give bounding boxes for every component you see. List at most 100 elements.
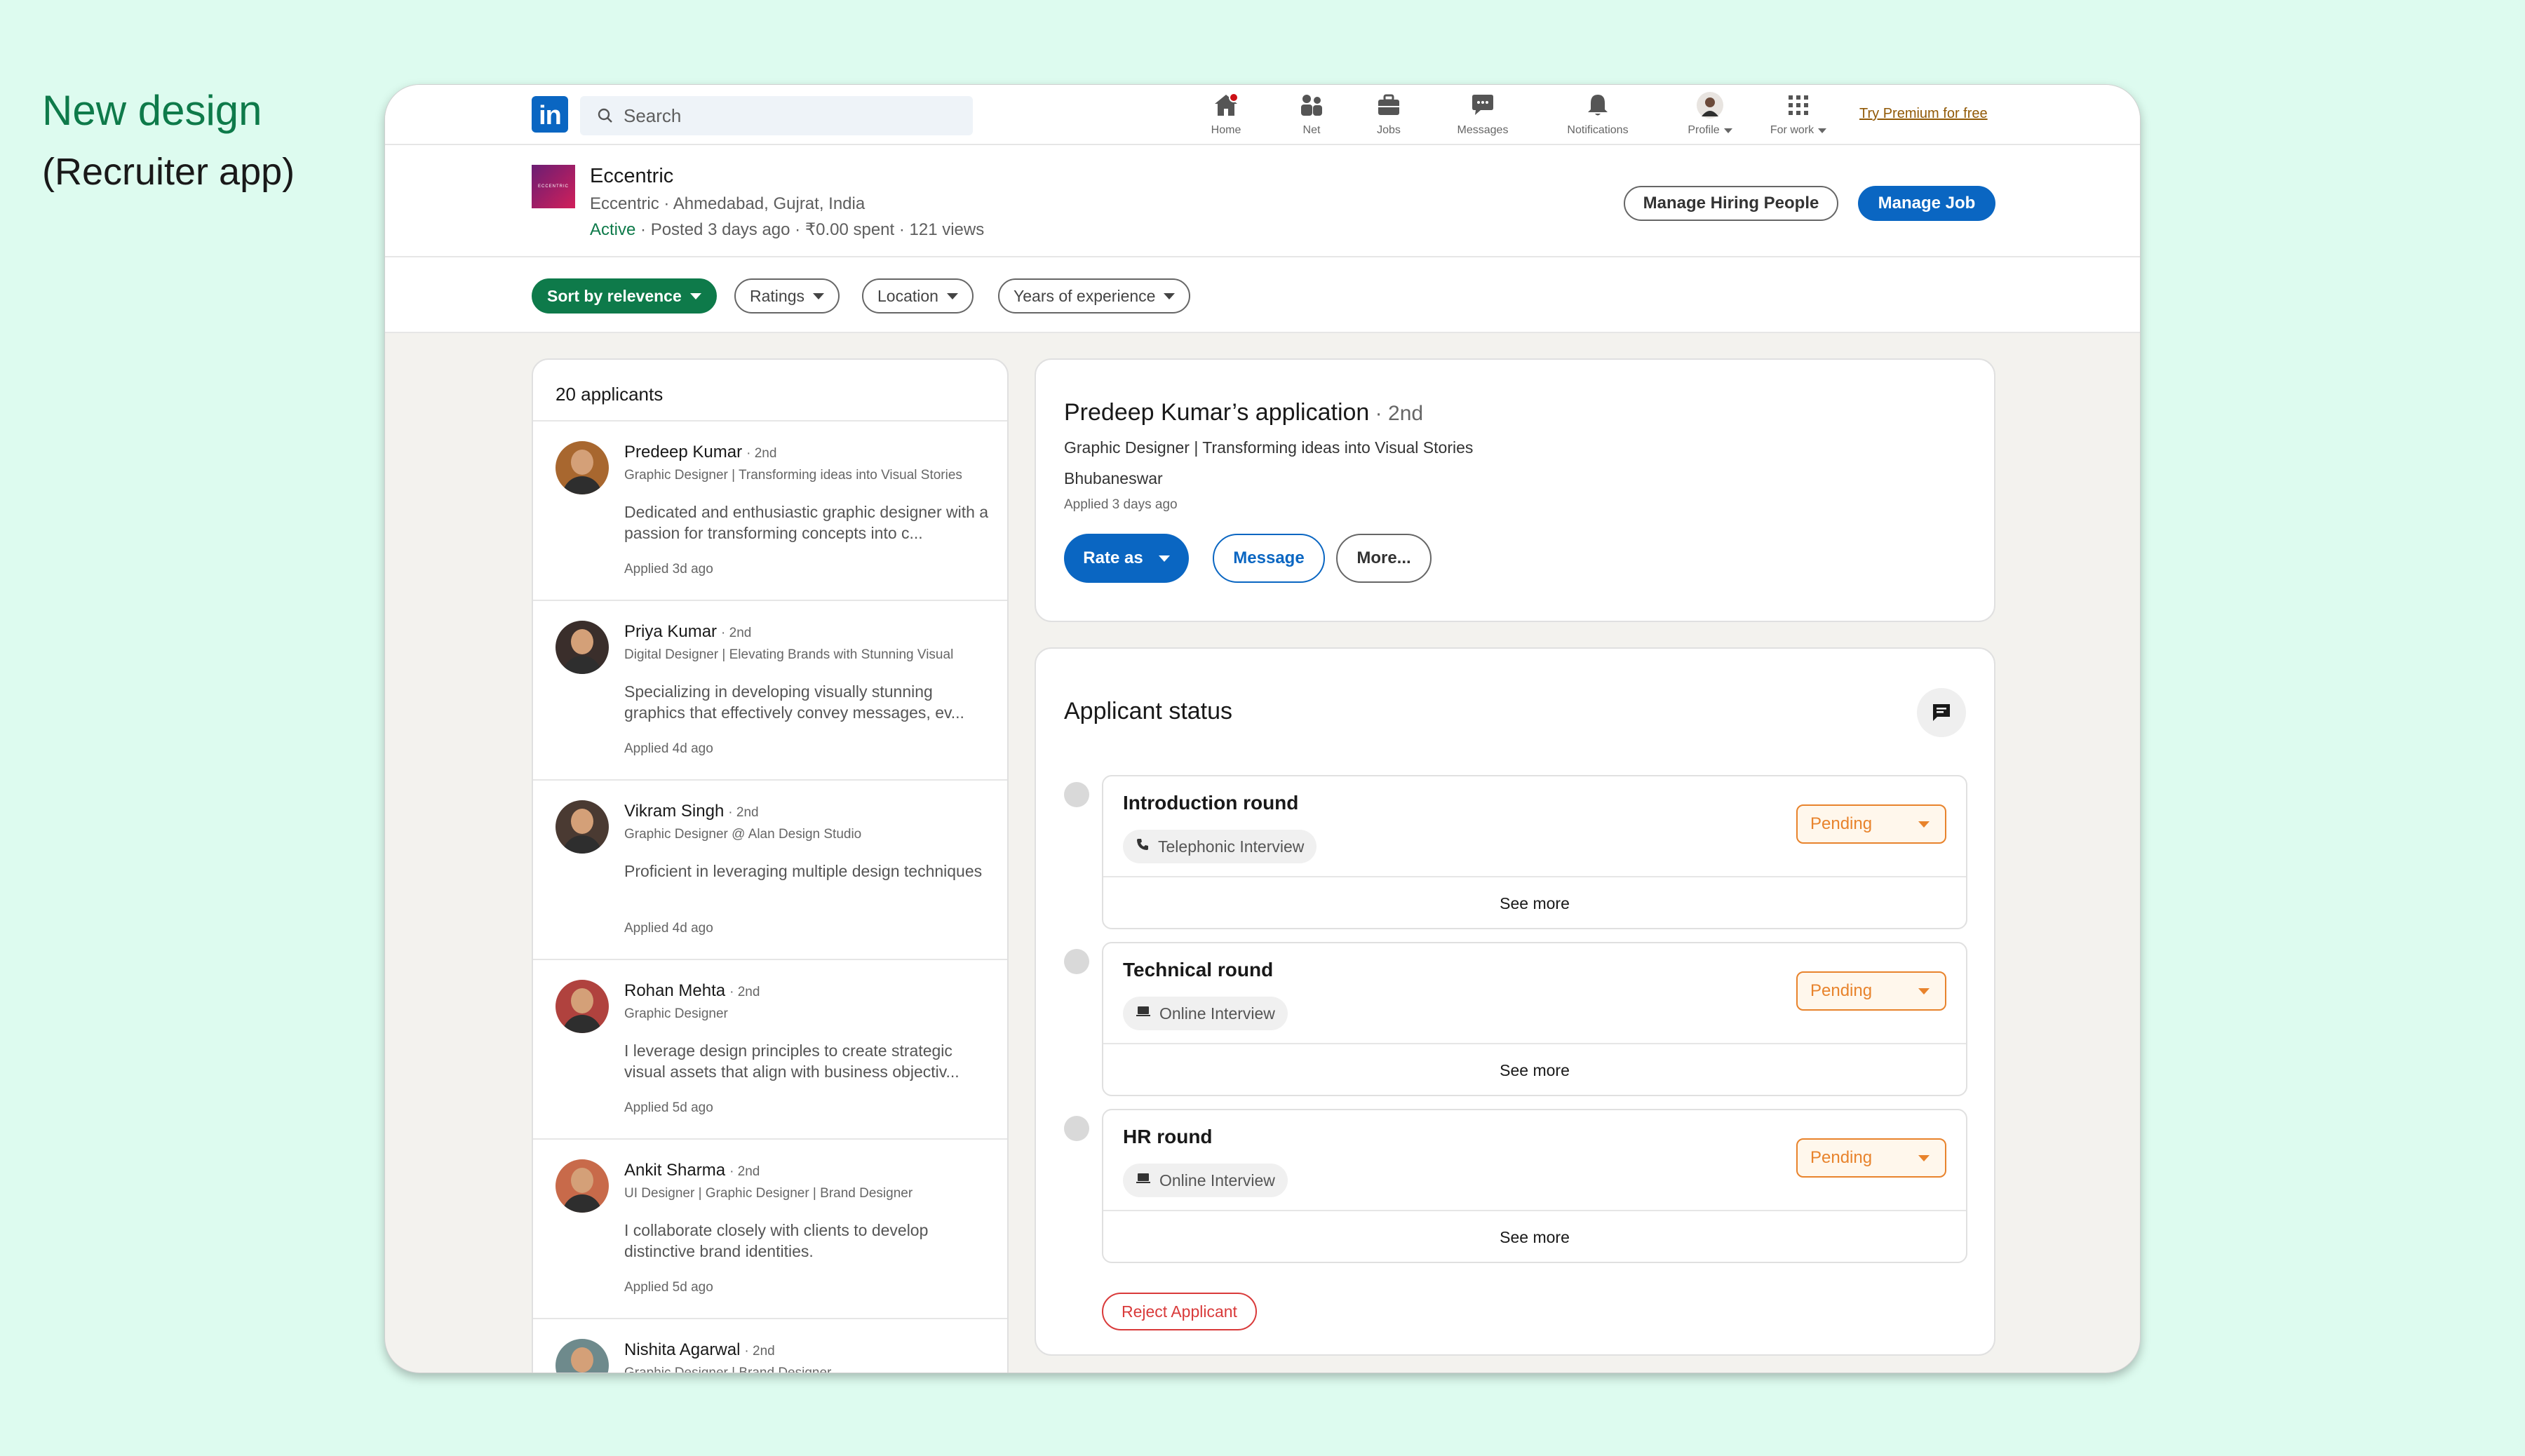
job-header: ECCENTRIC Eccentric Eccentric · Ahmedaba… [385,145,2140,257]
applicant-list-item[interactable]: Rohan Mehta · 2nd Graphic Designer I levera… [533,960,1007,1140]
nav-home[interactable]: Home [1187,92,1265,144]
round-status-dot [1064,782,1089,807]
bell-icon [1584,92,1612,119]
applicant-summary: I leverage design principles to create s… [624,1042,959,1081]
applicant-name[interactable]: Nishita Agarwal · 2nd [624,1340,775,1360]
application-detail: Predeep Kumar’s application · 2nd Graphi… [1035,358,1995,622]
applicant-name[interactable]: Ankit Sharma · 2nd [624,1161,760,1180]
applicant-list-item[interactable]: Predeep Kumar · 2nd Graphic Designer | Tra… [533,422,1007,601]
company-logo: ECCENTRIC [532,165,575,208]
applicant-headline: Graphic Designer | Transforming ideas in… [624,468,962,483]
avatar-body [563,1194,602,1213]
round-status-dropdown[interactable]: Pending [1796,804,1946,844]
more-button[interactable]: More... [1336,534,1432,583]
profile-avatar [1696,92,1724,119]
search-input[interactable]: Search [580,96,973,135]
applicant-avatar [556,800,609,854]
applicant-avatar [556,980,609,1033]
home-icon [1212,92,1240,119]
applicant-status-panel: Applicant status Introduction round Telep… [1035,647,1995,1356]
round-status-dot [1064,949,1089,974]
divider [1103,1210,1966,1211]
chevron-down-icon [1918,821,1930,828]
laptop-icon [1136,1172,1151,1189]
annotation-title: New design [42,87,262,134]
manage-hiring-people-button[interactable]: Manage Hiring People [1624,186,1838,221]
try-premium-link[interactable]: Try Premium for free [1859,106,1988,122]
nav-messages[interactable]: Messages [1444,92,1521,144]
linkedin-logo[interactable]: in [532,96,568,133]
see-more-link[interactable]: See more [1103,1228,1966,1247]
company-location: Eccentric · Ahmedabad, Gujrat, India [590,194,866,213]
search-icon [598,108,612,123]
applicant-name[interactable]: Vikram Singh · 2nd [624,802,759,821]
avatar-body [563,476,602,494]
divider [1103,876,1966,877]
divider [1103,1043,1966,1044]
avatar-face [571,809,593,834]
rate-as-button[interactable]: Rate as [1064,534,1189,583]
applicant-list-item[interactable]: Ankit Sharma · 2nd UI Designer | Graphic D… [533,1140,1007,1319]
applicants-count: 20 applicants [533,360,1007,422]
annotation-subtitle: (Recruiter app) [42,151,295,193]
nav-notifications-label: Notifications [1567,124,1629,136]
round-name: Introduction round [1123,792,1299,814]
applicant-headline: Graphic Designer | Brand Designer [624,1366,832,1373]
nav-for-work[interactable]: For work [1760,92,1837,144]
avatar-body [563,656,602,674]
filter-sort-by-relevance[interactable]: Sort by relevence [532,278,717,314]
chat-button[interactable] [1917,688,1966,737]
round-status-dropdown[interactable]: Pending [1796,1138,1946,1178]
phone-icon [1136,837,1150,856]
applicant-name[interactable]: Rohan Mehta · 2nd [624,981,760,1001]
chevron-down-icon [1918,1155,1930,1161]
applicant-applied-time: Applied 4d ago [624,741,713,756]
applicant-status-title: Applicant status [1064,698,1233,724]
nav-jobs-label: Jobs [1377,124,1401,136]
applicant-headline: Graphic Designer [624,1006,728,1021]
applicant-headline: Digital Designer | Elevating Brands with… [624,647,954,662]
interview-round-card: HR round Online Interview Pending See more [1102,1109,1967,1263]
application-location: Bhubaneswar [1064,469,1163,487]
message-button[interactable]: Message [1213,534,1325,583]
nav-jobs[interactable]: Jobs [1350,92,1427,144]
filter-years-of-experience[interactable]: Years of experience [998,278,1191,314]
applicant-list-item[interactable]: Vikram Singh · 2nd Graphic Designer @ Alan… [533,781,1007,960]
application-title: Predeep Kumar’s application · 2nd [1064,399,1424,426]
chevron-down-icon [1918,988,1930,995]
nav-home-label: Home [1211,124,1241,136]
avatar-face [571,450,593,475]
nav-network-label: Net [1302,124,1321,136]
round-status-dropdown[interactable]: Pending [1796,971,1946,1011]
round-type-tag: Telephonic Interview [1123,830,1317,863]
applicant-summary: Dedicated and enthusiastic graphic desig… [624,503,989,542]
filter-location[interactable]: Location [862,278,974,314]
job-stats: · Posted 3 days ago · ₹0.00 spent · 121 … [635,220,985,239]
application-date: Applied 3 days ago [1064,497,1178,512]
manage-job-button[interactable]: Manage Job [1858,186,1995,221]
applicant-name[interactable]: Predeep Kumar · 2nd [624,443,776,462]
applicant-name[interactable]: Priya Kumar · 2nd [624,622,751,642]
applicant-list-item[interactable]: Nishita Agarwal · 2nd Graphic Designer | B… [533,1319,1007,1373]
see-more-link[interactable]: See more [1103,1061,1966,1080]
applicant-list-item[interactable]: Priya Kumar · 2nd Digital Designer | Eleva… [533,601,1007,781]
application-headline: Graphic Designer | Transforming ideas in… [1064,438,1474,457]
search-placeholder: Search [624,105,682,126]
nav-network[interactable]: Net [1273,92,1350,144]
grid-icon [1784,92,1812,119]
reject-applicant-button[interactable]: Reject Applicant [1102,1293,1257,1330]
interview-round-card: Introduction round Telephonic Interview Pe… [1102,775,1967,929]
applicant-summary: I collaborate closely with clients to de… [624,1221,929,1260]
avatar-face [571,988,593,1013]
company-name[interactable]: Eccentric [590,165,673,188]
network-icon [1298,92,1326,119]
nav-notifications[interactable]: Notifications [1559,92,1636,144]
round-status-dot [1064,1116,1089,1141]
filter-ratings[interactable]: Ratings [734,278,840,314]
round-name: HR round [1123,1126,1213,1147]
avatar-body [563,1015,602,1033]
nav-profile-label: Profile [1688,124,1732,137]
see-more-link[interactable]: See more [1103,894,1966,913]
nav-profile[interactable]: Profile [1671,92,1749,144]
applicant-avatar [556,621,609,674]
